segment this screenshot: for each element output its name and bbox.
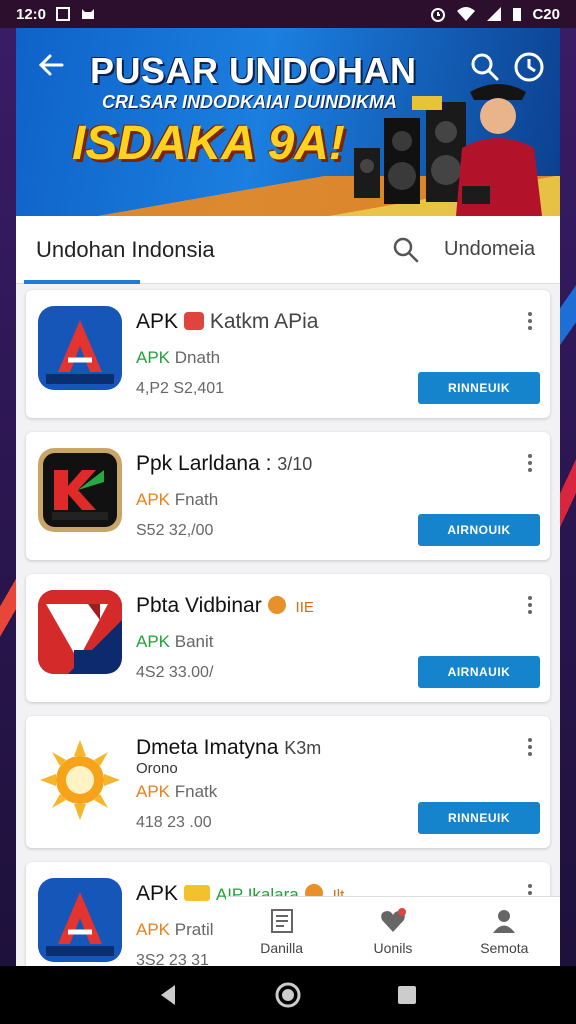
more-vert-icon[interactable] [526, 454, 534, 472]
more-vert-icon[interactable] [526, 312, 534, 330]
banner-subtitle: CRLSAR INDODKAIAI DUINDIKMA [102, 92, 397, 112]
screen-icon [56, 7, 71, 21]
app-meta: 4,P2 S2,401 [136, 380, 225, 397]
verified-badge-icon [267, 596, 286, 614]
app-meta: S52 32,/00 [136, 522, 214, 539]
tab-undohan-indonesia[interactable]: Undohan Indonsia [22, 216, 252, 284]
banner-headline: ISDAKA 9A! [72, 117, 345, 170]
search-icon[interactable] [468, 50, 502, 84]
wifi-icon [457, 7, 476, 21]
k-letter-icon [38, 448, 122, 532]
promo-banner[interactable]: PUSAR UNDOHAN CRLSAR INDODKAIAI DUINDIKM… [16, 28, 560, 216]
nav-item-danilla[interactable]: Danilla [232, 908, 332, 956]
alarm-icon [431, 8, 446, 22]
status-right-text: C20 [532, 5, 560, 23]
app-name: APK Katkm APia [136, 310, 319, 333]
cat-icon [82, 9, 95, 19]
status-bar: 12:0 C20 [0, 0, 576, 28]
tab-undomeia[interactable]: Undomeia [444, 238, 535, 261]
person-icon [493, 909, 516, 933]
heart-icon [381, 907, 406, 932]
status-time: 12:0 [16, 5, 47, 23]
home-circle-icon[interactable] [274, 981, 302, 1009]
app-meta: 418 23 .00 [136, 814, 212, 831]
list-item[interactable]: Pbta Vidbinar IIE APK Banit 4S2 33.00/ A… [26, 574, 550, 702]
signal-icon [487, 7, 502, 21]
document-icon [270, 908, 293, 933]
search-icon[interactable] [392, 236, 420, 264]
bottom-navigation: Danilla Uonils Semota [226, 896, 560, 966]
app-name: Ppk Larldana : 3/10 [136, 452, 313, 475]
app-meta: 4S2 33.00/ [136, 664, 214, 681]
app-tag: APK Banit [136, 632, 214, 651]
nav-item-uonils[interactable]: Uonils [343, 907, 443, 956]
person-image [456, 84, 542, 216]
sun-icon [38, 738, 122, 822]
app-name: Dmeta Imatyna K3m [136, 736, 322, 759]
apk-fold-icon [38, 590, 122, 674]
app-tag: APK Pratil [136, 920, 214, 939]
clock-icon[interactable] [512, 50, 546, 84]
list-item[interactable]: Dmeta Imatyna K3m Orono APK Fnatk 418 23… [26, 716, 550, 848]
app-tag: APK Fnatk [136, 782, 218, 801]
app-name: Pbta Vidbinar IIE [136, 594, 314, 617]
a-letter-icon [38, 306, 122, 390]
list-item[interactable]: APK Katkm APia APK Dnath 4,P2 S2,401 RIN… [26, 290, 550, 418]
app-tag: APK Dnath [136, 348, 221, 367]
install-button[interactable]: AIRNAUIK [418, 656, 540, 688]
install-button[interactable]: RINNEUIK [418, 372, 540, 404]
recents-square-icon[interactable] [393, 981, 421, 1009]
red-badge-icon [184, 312, 205, 330]
app-screen: PUSAR UNDOHAN CRLSAR INDODKAIAI DUINDIKM… [16, 28, 560, 966]
nav-item-semota[interactable]: Semota [454, 908, 554, 956]
more-vert-icon[interactable] [526, 738, 534, 756]
a-letter-icon [38, 878, 122, 962]
install-button[interactable]: AIRNOUIK [418, 514, 540, 546]
back-triangle-icon[interactable] [155, 981, 183, 1009]
yellow-badge-icon [184, 885, 211, 901]
banner-title: PUSAR UNDOHAN [90, 50, 417, 91]
app-tag: APK Fnath [136, 490, 219, 509]
more-vert-icon[interactable] [526, 596, 534, 614]
list-item[interactable]: Ppk Larldana : 3/10 APK Fnath S52 32,/00… [26, 432, 550, 560]
tab-bar: Undohan Indonsia Undomeia [16, 216, 560, 284]
install-button[interactable]: RINNEUIK [418, 802, 540, 834]
back-arrow-icon[interactable] [34, 50, 68, 84]
app-meta: 3S2 23 31 [136, 952, 209, 966]
app-subtitle: Orono [136, 760, 178, 777]
system-navigation-bar [0, 966, 576, 1024]
battery-icon [513, 8, 522, 21]
